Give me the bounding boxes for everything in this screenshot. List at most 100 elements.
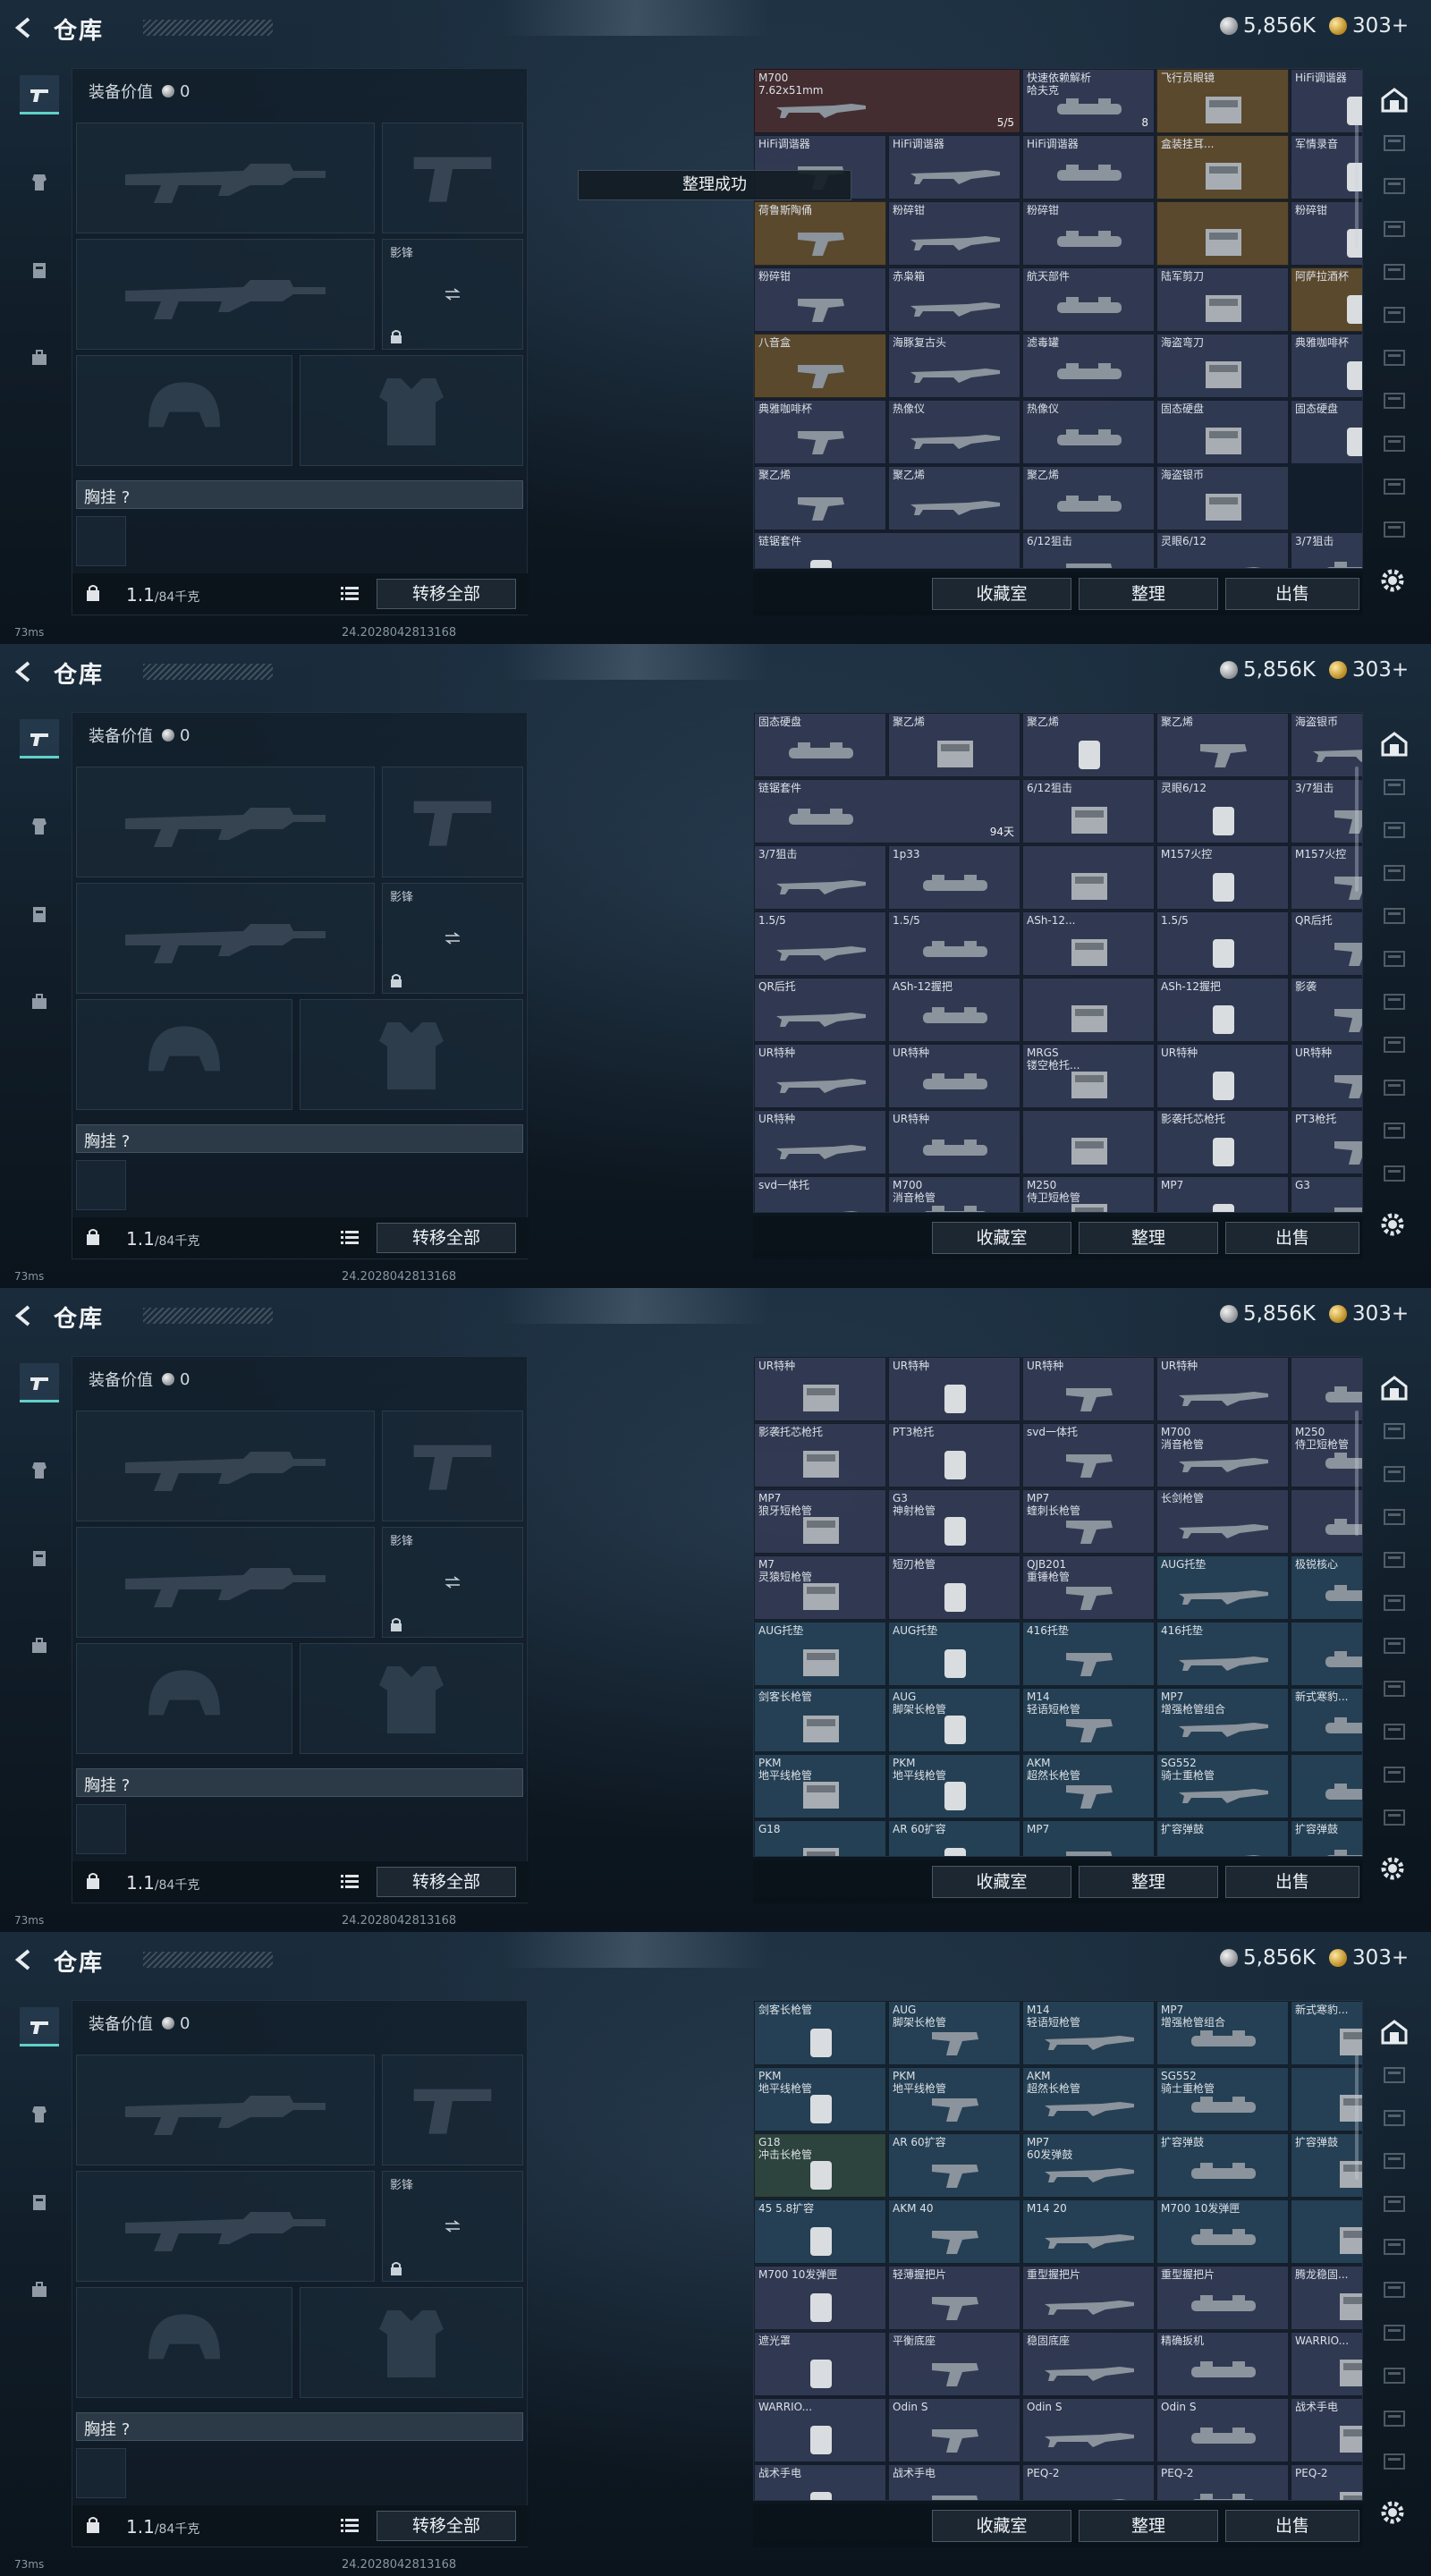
inventory-item[interactable]: svd一体托 <box>1022 1423 1155 1487</box>
inventory-item[interactable]: 八音盒 <box>754 334 886 398</box>
inventory-item[interactable]: 粉碎钳 <box>1291 201 1362 266</box>
inventory-item[interactable]: 3/7狙击 <box>754 845 886 910</box>
body-armor-slot[interactable] <box>300 2287 523 2398</box>
inventory-item[interactable]: 6/12狙击 <box>1022 779 1155 843</box>
storage-page-icon[interactable] <box>1379 170 1410 200</box>
inventory-item[interactable]: 3/7狙击 <box>1291 779 1362 843</box>
chest-rig-slot[interactable] <box>76 1160 126 1210</box>
inventory-item[interactable] <box>1291 1754 1362 1818</box>
storage-page-icon[interactable] <box>1379 2188 1410 2218</box>
list-icon[interactable] <box>341 2518 359 2532</box>
category-tab-1[interactable] <box>20 1363 59 1402</box>
warehouse-home-icon[interactable] <box>1379 2016 1410 2046</box>
inventory-item[interactable]: 滤毒罐 <box>1022 334 1155 398</box>
inventory-item[interactable]: 固态硬盘 <box>1156 400 1289 464</box>
chest-rig-bar[interactable]: 胸挂 ? <box>76 2412 523 2441</box>
inventory-item[interactable]: 战术手电 <box>754 2464 886 2500</box>
storage-page-icon[interactable] <box>1379 2145 1410 2175</box>
collection-room-button[interactable]: 收藏室 <box>932 578 1071 610</box>
inventory-item[interactable]: 新式寒豹... <box>1291 2001 1362 2065</box>
category-tab-3[interactable] <box>20 2182 59 2222</box>
inventory-item[interactable]: 1p33 <box>888 845 1020 910</box>
category-tab-1[interactable] <box>20 2007 59 2046</box>
inventory-item[interactable]: 轻薄握把片 <box>888 2266 1020 2330</box>
storage-page-icon[interactable] <box>1379 1630 1410 1660</box>
inventory-item[interactable]: M7 灵猿短枪管 <box>754 1555 886 1620</box>
inventory-item[interactable]: PEQ-2 <box>1022 2464 1155 2500</box>
inventory-item[interactable]: MP7 狼牙短枪管 <box>754 1489 886 1554</box>
chest-rig-slot[interactable] <box>76 1804 126 1854</box>
inventory-item[interactable]: PEQ-2 <box>1291 2464 1362 2500</box>
swap-icon[interactable] <box>444 932 461 945</box>
category-tab-4[interactable] <box>20 982 59 1021</box>
category-tab-3[interactable] <box>20 250 59 290</box>
inventory-item[interactable]: WARRIO... <box>754 2398 886 2462</box>
grid-scrollbar[interactable] <box>1355 123 1359 248</box>
inventory-item[interactable]: AKM 40 <box>888 2199 1020 2264</box>
inventory-item[interactable]: MRGS 镂空枪托... <box>1022 1044 1155 1108</box>
inventory-item[interactable]: MP7 增强枪管组合 <box>1156 2001 1289 2065</box>
inventory-item[interactable] <box>1291 2067 1362 2131</box>
inventory-item[interactable]: 6/12狙击 <box>1022 532 1155 568</box>
storage-page-icon[interactable] <box>1379 470 1410 501</box>
gold-currency[interactable]: 303+ <box>1329 1946 1409 1970</box>
inventory-item[interactable]: 剑客长枪管 <box>754 1688 886 1752</box>
inventory-item[interactable]: 链锯套件 94天 <box>754 532 1020 568</box>
inventory-item[interactable] <box>1022 845 1155 910</box>
inventory-item[interactable]: 3/7狙击 <box>1291 532 1362 568</box>
inventory-item[interactable]: 赤枭箱 <box>888 267 1020 332</box>
chest-rig-bar[interactable]: 胸挂 ? <box>76 1768 523 1797</box>
storage-page-icon[interactable] <box>1379 2360 1410 2390</box>
inventory-item[interactable]: 平衡底座 <box>888 2332 1020 2396</box>
primary-weapon-slot[interactable] <box>76 1411 375 1521</box>
sell-button[interactable]: 出售 <box>1225 2510 1359 2542</box>
inventory-item[interactable]: 扩容弹鼓 <box>1156 2133 1289 2198</box>
inventory-item[interactable]: PT3枪托 <box>1291 1110 1362 1174</box>
inventory-item[interactable]: M700 7.62x51mm 5/5 <box>754 69 1020 133</box>
primary-weapon-slot[interactable] <box>76 123 375 233</box>
inventory-item[interactable]: 聚乙烯 <box>754 466 886 530</box>
storage-page-icon[interactable] <box>1379 342 1410 372</box>
inventory-item[interactable]: 416托垫 <box>1156 1622 1289 1686</box>
inventory-item[interactable]: UR特种 <box>1156 1044 1289 1108</box>
inventory-item[interactable] <box>1291 1357 1362 1421</box>
inventory-item[interactable]: PKM 地平线枪管 <box>754 1754 886 1818</box>
secondary-weapon-slot[interactable] <box>76 2171 375 2282</box>
inventory-item[interactable]: QR后托 <box>1291 911 1362 976</box>
chest-rig-slot[interactable] <box>76 2448 126 2498</box>
inventory-item[interactable]: svd一体托 <box>754 1176 886 1212</box>
inventory-item[interactable]: 快速依赖解析 哈夫克 8 <box>1022 69 1155 133</box>
storage-page-icon[interactable] <box>1379 857 1410 887</box>
swap-icon[interactable] <box>444 2220 461 2233</box>
inventory-item[interactable]: 1.5/5 <box>754 911 886 976</box>
inventory-item[interactable]: 灵眼6/12 <box>1156 779 1289 843</box>
inventory-item[interactable]: PEQ-2 <box>1156 2464 1289 2500</box>
helmet-slot[interactable] <box>76 2287 292 2398</box>
category-tab-1[interactable] <box>20 75 59 114</box>
inventory-item[interactable]: 聚乙烯 <box>1022 466 1155 530</box>
inventory-item[interactable]: QR后托 <box>754 978 886 1042</box>
inventory-item[interactable]: 阿萨拉酒杯 <box>1291 267 1362 332</box>
swap-icon[interactable] <box>444 1576 461 1589</box>
pistol-slot[interactable] <box>382 1411 523 1521</box>
inventory-item[interactable]: G3 神射枪管 <box>888 1489 1020 1554</box>
inventory-item[interactable]: AUG 脚架长枪管 <box>888 2001 1020 2065</box>
collection-room-button[interactable]: 收藏室 <box>932 2510 1071 2542</box>
inventory-item[interactable]: 粉碎钳 <box>888 201 1020 266</box>
inventory-item[interactable]: MP7 增强枪管组合 <box>1156 1688 1289 1752</box>
storage-page-icon[interactable] <box>1379 1544 1410 1574</box>
warehouse-home-icon[interactable] <box>1379 84 1410 114</box>
inventory-item[interactable]: 影袭托芯枪托 <box>754 1423 886 1487</box>
inventory-item[interactable]: UR特种 <box>1291 1044 1362 1108</box>
inventory-item[interactable]: 盒装挂耳... <box>1156 135 1289 199</box>
storage-page-icon[interactable] <box>1379 986 1410 1016</box>
inventory-item[interactable]: 飞行员眼镜 <box>1156 69 1289 133</box>
inventory-item[interactable]: MP7 <box>1022 1820 1155 1856</box>
helmet-slot[interactable] <box>76 999 292 1110</box>
pistol-slot[interactable] <box>382 123 523 233</box>
inventory-item[interactable]: 扩容弹鼓 <box>1291 1820 1362 1856</box>
inventory-item[interactable]: G18 冲击长枪管 <box>754 2133 886 2198</box>
settings-gear-icon[interactable] <box>1377 1209 1408 1240</box>
arrange-button[interactable]: 整理 <box>1079 578 1218 610</box>
inventory-item[interactable]: PT3枪托 <box>888 1423 1020 1487</box>
